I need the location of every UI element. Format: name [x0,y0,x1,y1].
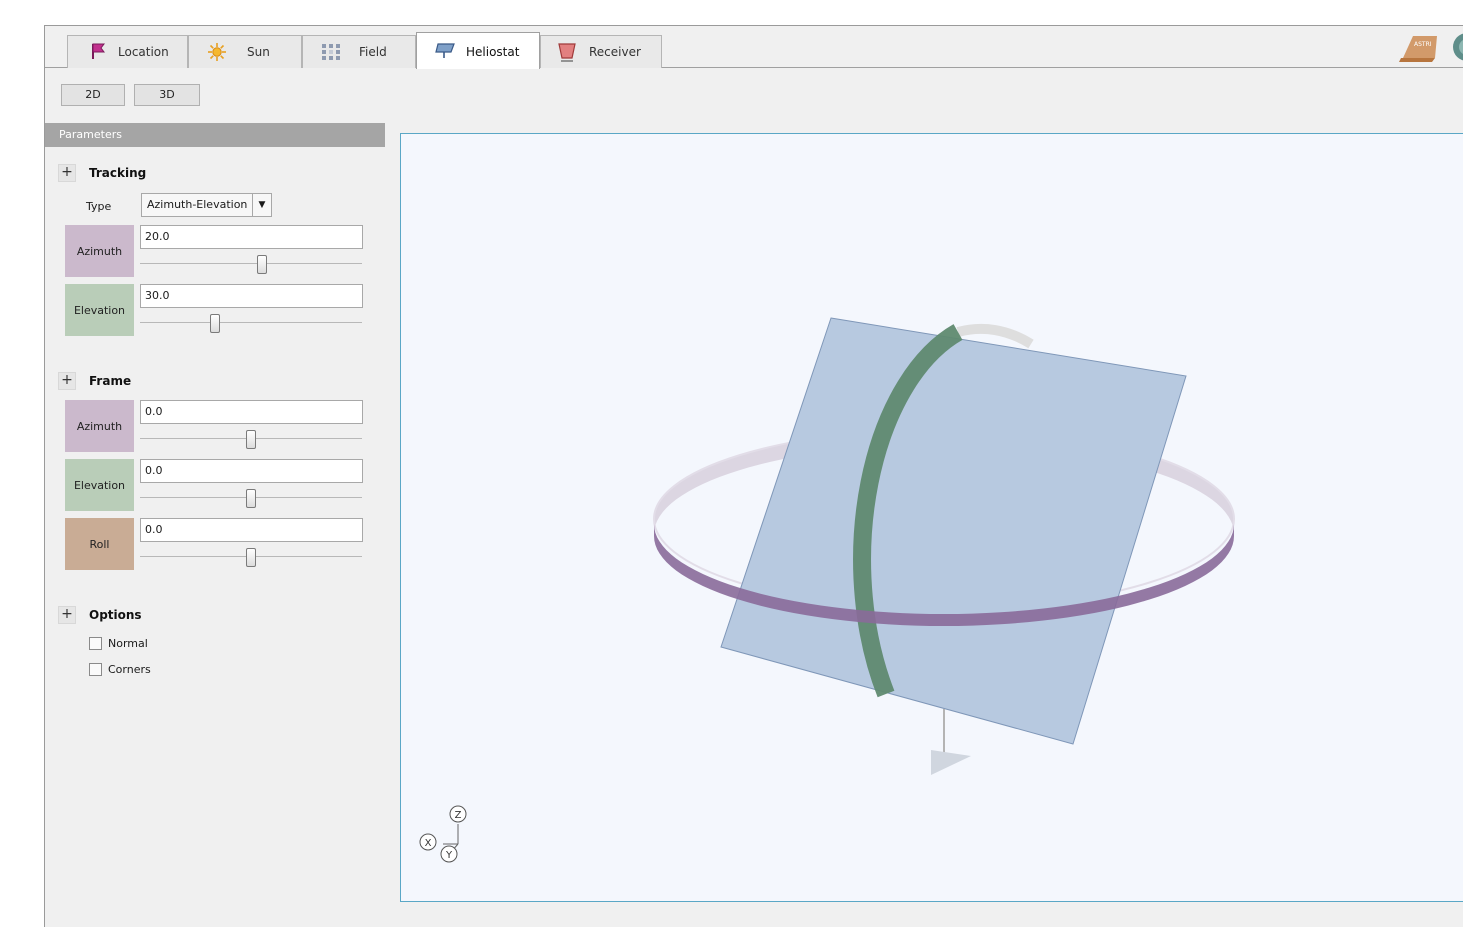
corners-label: Corners [108,663,151,676]
tracking-section-header[interactable]: + Tracking [58,164,146,182]
frame-elevation-row: Elevation 0.0 [65,459,365,511]
frame-azimuth-input[interactable]: 0.0 [140,400,363,424]
y-axis-label: Y [445,850,453,861]
heliostat-scene[interactable]: Z X Y [401,134,1463,903]
tab-heliostat-label: Heliostat [466,45,520,59]
astri-logo: ASTRI [1399,36,1437,62]
dropdown-arrow-icon[interactable]: ▼ [252,194,271,216]
view-3d-button[interactable]: 3D [134,84,200,106]
frame-elevation-label: Elevation [65,459,134,511]
frame-elevation-slider[interactable] [246,489,256,508]
tracking-azimuth-slider[interactable] [257,255,268,274]
heliostat-icon [435,43,455,58]
expand-tracking-icon[interactable]: + [58,164,76,182]
axis-gizmo: Z X Y [419,805,467,863]
tracking-type-label: Type [86,200,112,213]
heliostat-pointer [931,750,971,775]
tracking-elevation-slider-track[interactable] [140,322,362,323]
tracking-azimuth-slider-track[interactable] [140,263,362,264]
tab-field[interactable]: Field [302,35,416,68]
flag-icon [92,43,105,59]
tracking-title: Tracking [89,166,147,180]
tracking-elevation-input[interactable]: 30.0 [140,284,363,308]
normal-checkbox[interactable] [89,637,102,650]
tracking-elevation-slider[interactable] [210,314,221,333]
tracking-elevation-label: Elevation [65,284,134,336]
view-2d-button[interactable]: 2D [61,84,125,106]
tracking-type-select[interactable]: Azimuth-Elevation ▼ [141,193,272,217]
frame-section-header[interactable]: + Frame [58,372,131,390]
tracking-type-value: Azimuth-Elevation [147,198,248,211]
tab-heliostat[interactable]: Heliostat [416,32,540,69]
tab-receiver[interactable]: Receiver [540,35,662,68]
svg-text:ASTRI: ASTRI [1414,41,1432,48]
z-axis-label: Z [455,810,462,821]
app-badge-icon [1453,33,1463,61]
x-axis-label: X [425,838,432,849]
frame-roll-row: Roll 0.0 [65,518,365,570]
options-title: Options [89,608,142,622]
tab-location[interactable]: Location [67,35,188,68]
expand-options-icon[interactable]: + [58,606,76,624]
normal-label: Normal [108,637,148,650]
frame-roll-label: Roll [65,518,134,570]
frame-azimuth-row: Azimuth 0.0 [65,400,365,452]
parameters-header: Parameters [45,123,385,147]
3d-viewport[interactable]: Z X Y [400,133,1463,902]
heliostat-panel [720,317,1187,745]
frame-roll-slider[interactable] [246,548,256,567]
tracking-azimuth-row: Azimuth 20.0 [65,225,365,277]
sun-icon [208,43,226,61]
frame-roll-input[interactable]: 0.0 [140,518,363,542]
tab-location-label: Location [118,45,169,59]
app-window: Location Sun Field Heliostat Receiver AS… [44,25,1463,927]
options-section-header[interactable]: + Options [58,606,142,624]
tab-bar: Location Sun Field Heliostat Receiver AS… [45,26,1463,69]
tracking-elevation-row: Elevation 30.0 [65,284,365,336]
frame-elevation-input[interactable]: 0.0 [140,459,363,483]
corners-option[interactable]: Corners [89,663,151,676]
expand-frame-icon[interactable]: + [58,372,76,390]
corners-checkbox[interactable] [89,663,102,676]
tab-field-label: Field [359,45,387,59]
frame-azimuth-slider[interactable] [246,430,256,449]
field-grid-icon [322,44,340,60]
tab-sun[interactable]: Sun [188,35,302,68]
tab-receiver-label: Receiver [589,45,641,59]
frame-azimuth-label: Azimuth [65,400,134,452]
receiver-icon [558,43,576,62]
normal-option[interactable]: Normal [89,637,148,650]
frame-title: Frame [89,374,132,388]
tracking-azimuth-input[interactable]: 20.0 [140,225,363,249]
tab-sun-label: Sun [247,45,270,59]
tracking-azimuth-label: Azimuth [65,225,134,277]
